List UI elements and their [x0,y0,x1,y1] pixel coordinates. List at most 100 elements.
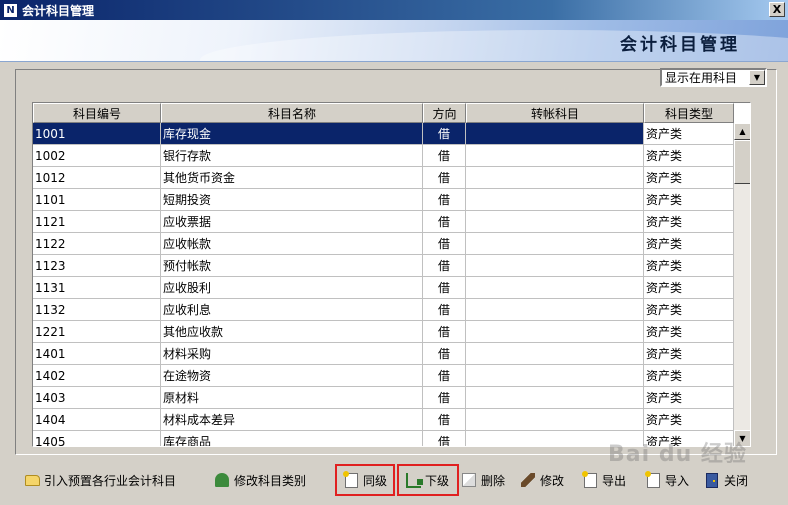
cell-direction: 借 [423,431,466,446]
cell-transfer [466,343,644,365]
cell-code: 1012 [33,167,161,189]
vertical-scrollbar[interactable]: ▲ ▼ [734,123,750,446]
scrollbar-thumb[interactable] [734,140,750,184]
import-preset-accounts-label: 引入预置各行业会计科目 [44,473,177,488]
table-row[interactable]: 1405 库存商品借 资产类 [33,431,734,446]
cell-name: 在途物资 [161,365,423,387]
table-row[interactable]: 1002 银行存款借 资产类 [33,145,734,167]
table-row[interactable]: 1221 其他应收款借 资产类 [33,321,734,343]
cell-type: 资产类 [644,409,734,431]
cell-transfer [466,145,644,167]
cell-direction: 借 [423,321,466,343]
modify-button[interactable]: 修改 [520,464,564,496]
folder-icon [24,472,40,488]
cell-transfer [466,233,644,255]
eraser-icon [461,472,477,488]
table-row[interactable]: 1001 库存现金借 资产类 [33,123,734,145]
cell-name: 银行存款 [161,145,423,167]
cell-name: 应收利息 [161,299,423,321]
cell-code: 1221 [33,321,161,343]
cell-code: 1123 [33,255,161,277]
cell-code: 1405 [33,431,161,446]
cell-type: 资产类 [644,321,734,343]
close-button[interactable]: 关闭 [704,464,748,496]
cell-transfer [466,255,644,277]
column-header-direction[interactable]: 方向 [423,103,466,123]
table-row[interactable]: 1404 材料成本差异借 资产类 [33,409,734,431]
chevron-down-icon[interactable]: ▼ [749,70,765,85]
cell-type: 资产类 [644,167,734,189]
edit-account-category-button[interactable]: 修改科目类别 [214,464,306,496]
table-row[interactable]: 1121 应收票据借 资产类 [33,211,734,233]
add-sibling-button[interactable]: 同级 [335,464,395,496]
cell-direction: 借 [423,145,466,167]
cell-direction: 借 [423,255,466,277]
import-file-button[interactable]: 导入 [644,464,689,496]
cell-code: 1002 [33,145,161,167]
add-child-label: 下级 [425,473,450,488]
scroll-down-icon[interactable]: ▼ [734,430,750,446]
palm-tree-icon [214,472,230,488]
cell-name: 其他应收款 [161,321,423,343]
delete-label: 删除 [481,473,506,488]
account-filter-select[interactable]: 显示在用科目 ▼ [660,68,767,87]
cell-code: 1402 [33,365,161,387]
delete-button[interactable]: 删除 [461,464,505,496]
column-header-type[interactable]: 科目类型 [644,103,734,123]
cell-code: 1121 [33,211,161,233]
cell-name: 短期投资 [161,189,423,211]
door-exit-icon [704,472,720,488]
cell-transfer [466,431,644,446]
cell-type: 资产类 [644,299,734,321]
cell-direction: 借 [423,211,466,233]
scroll-up-icon[interactable]: ▲ [734,123,750,140]
cell-transfer [466,167,644,189]
table-row[interactable]: 1403 原材料借 资产类 [33,387,734,409]
cell-name: 应收帐款 [161,233,423,255]
table-row[interactable]: 1122 应收帐款借 资产类 [33,233,734,255]
table-row[interactable]: 1101 短期投资借 资产类 [33,189,734,211]
table-row[interactable]: 1402 在途物资借 资产类 [33,365,734,387]
accounts-table: 科目编号 科目名称 方向 转帐科目 科目类型 1001 库存现金借资产类 1002 银… [32,102,751,447]
cell-direction: 借 [423,409,466,431]
import-preset-accounts-button[interactable]: 引入预置各行业会计科目 [24,464,176,496]
cell-name: 应收股利 [161,277,423,299]
cell-name: 应收票据 [161,211,423,233]
cell-direction: 借 [423,343,466,365]
app-icon: N [3,2,18,18]
cell-direction: 借 [423,233,466,255]
edit-account-category-label: 修改科目类别 [234,473,307,488]
cell-name: 材料成本差异 [161,409,423,431]
table-row[interactable]: 1012 其他货币资金借 资产类 [33,167,734,189]
cell-type: 资产类 [644,343,734,365]
column-header-transfer[interactable]: 转帐科目 [466,103,644,123]
table-row[interactable]: 1123 预付帐款借 资产类 [33,255,734,277]
cell-code: 1132 [33,299,161,321]
table-row[interactable]: 1132 应收利息借 资产类 [33,299,734,321]
new-sheet-icon [342,470,359,488]
cell-code: 1131 [33,277,161,299]
cell-transfer [466,387,644,409]
table-body: 1001 库存现金借资产类 1002 银行存款借资产类 1012 其他货币资金借资产类 11… [33,123,734,446]
column-header-code[interactable]: 科目编号 [33,103,161,123]
tree-child-icon [405,472,423,488]
close-window-button[interactable]: X [769,2,785,17]
cell-transfer [466,211,644,233]
cell-code: 1122 [33,233,161,255]
column-header-name[interactable]: 科目名称 [161,103,423,123]
table-row[interactable]: 1131 应收股利借 资产类 [33,277,734,299]
pen-icon [520,472,536,488]
cell-direction: 借 [423,189,466,211]
export-button[interactable]: 导出 [581,464,626,496]
cell-name: 库存商品 [161,431,423,446]
export-sheet-icon [581,470,598,488]
cell-direction: 借 [423,277,466,299]
cell-transfer [466,189,644,211]
window-title: 会计科目管理 [22,3,95,18]
cell-name: 材料采购 [161,343,423,365]
table-row[interactable]: 1401 材料采购借 资产类 [33,343,734,365]
cell-type: 资产类 [644,233,734,255]
add-child-button[interactable]: 下级 [397,464,459,496]
banner-title: 会计科目管理 [620,35,740,55]
cell-name: 其他货币资金 [161,167,423,189]
